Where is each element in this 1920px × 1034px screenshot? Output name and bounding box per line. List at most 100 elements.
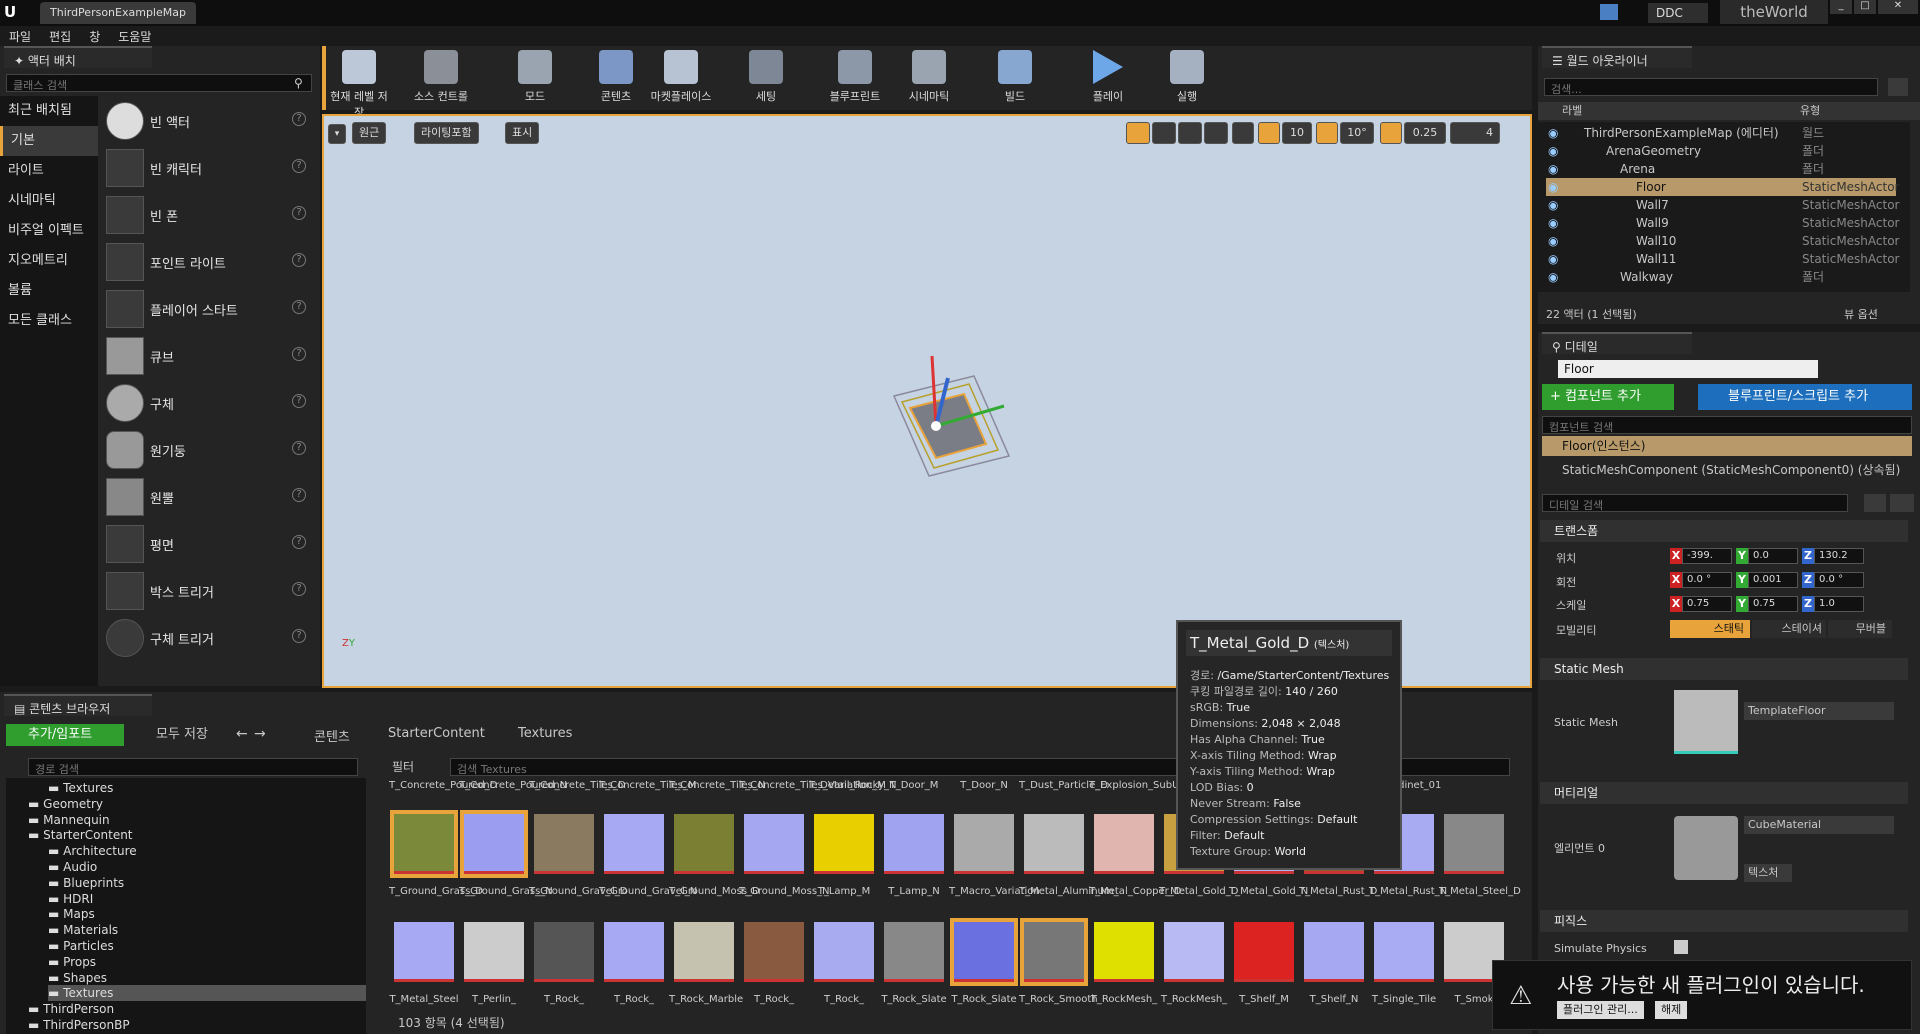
transform-section-header[interactable]: 트랜스폼 — [1540, 520, 1908, 542]
help-icon[interactable]: ? — [292, 582, 306, 596]
scale-x-field[interactable]: 0.75 — [1682, 596, 1732, 612]
visibility-eye-icon[interactable]: ◉ — [1548, 196, 1558, 214]
asset-label[interactable]: T_Metal_Rust_D — [1299, 886, 1377, 898]
world-space-icon[interactable] — [1204, 122, 1228, 144]
outliner-row[interactable]: ◉ Wall9 StaticMeshActor — [1546, 214, 1899, 232]
asset-thumbnail[interactable] — [814, 922, 874, 982]
place-item[interactable]: 빈 액터? — [100, 98, 314, 144]
asset-label[interactable]: T_Ground_Gravel_N — [599, 886, 697, 898]
asset-thumbnail[interactable] — [604, 922, 664, 982]
folder-tree-item[interactable]: ▬ Textures — [48, 985, 366, 1002]
outliner-row[interactable]: ◉ Walkway 폴더 — [1546, 268, 1896, 286]
asset-thumbnail[interactable] — [1024, 814, 1084, 874]
category-recent[interactable]: 최근 배치됨 — [0, 96, 98, 126]
close-button[interactable]: ✕ — [1878, 0, 1918, 14]
place-item[interactable]: 빈 캐릭터? — [100, 145, 314, 191]
asset-thumbnail[interactable] — [954, 814, 1014, 874]
folder-tree-item[interactable]: ▬ Architecture — [48, 843, 137, 859]
asset-label[interactable]: T_Explosion_SubUV — [1089, 780, 1186, 792]
breadcrumb-textures[interactable]: Textures — [518, 726, 572, 741]
mobility-static-button[interactable]: 스태틱 — [1670, 620, 1750, 638]
asset-label[interactable]: T_Shelf_N — [1299, 994, 1369, 1006]
asset-thumbnail[interactable] — [674, 814, 734, 874]
asset-thumbnail[interactable] — [464, 922, 524, 982]
folder-tree-item[interactable]: ▬ Textures — [48, 780, 113, 796]
save-all-button[interactable]: 모두 저장 — [134, 724, 224, 746]
outliner-row[interactable]: ◉ Floor StaticMeshActor — [1546, 178, 1899, 196]
asset-label[interactable]: T_Rock_Slate — [949, 994, 1019, 1006]
asset-label[interactable]: T_Detail_Rocky_N — [809, 780, 897, 792]
asset-label[interactable]: T_Rock_ — [739, 994, 809, 1006]
outliner-row[interactable]: ◉ Wall11 StaticMeshActor — [1546, 250, 1899, 268]
outliner-tab[interactable]: ☰ 월드 아웃라이너 — [1542, 46, 1692, 68]
maximize-button[interactable]: □ — [1854, 0, 1876, 14]
help-icon[interactable]: ? — [292, 629, 306, 643]
asset-thumbnail[interactable] — [604, 814, 664, 874]
asset-label[interactable]: T_Concrete_Tiles_D — [529, 780, 626, 792]
modes-button[interactable]: 모드 — [504, 48, 566, 108]
visibility-eye-icon[interactable]: ◉ — [1548, 124, 1558, 142]
content-browser-tab[interactable]: ▤ 콘텐츠 브라우저 — [4, 694, 152, 716]
asset-thumbnail[interactable] — [1094, 814, 1154, 874]
lit-button[interactable]: 라이팅포함 — [414, 122, 479, 144]
component-instance-row[interactable]: Floor(인스턴스) — [1542, 436, 1912, 456]
grid-size-value[interactable]: 10 — [1282, 122, 1312, 144]
breadcrumb-root[interactable]: 콘텐츠 — [314, 726, 350, 745]
details-tab[interactable]: ⚲ 디테일 — [1542, 332, 1692, 354]
asset-thumbnail[interactable] — [394, 922, 454, 982]
static-mesh-thumbnail[interactable] — [1674, 690, 1738, 754]
location-label[interactable]: 위치 — [1556, 550, 1576, 566]
loc-y-field[interactable]: 0.0 — [1748, 548, 1798, 564]
minimize-button[interactable]: _ — [1830, 0, 1852, 14]
textures-dropdown[interactable]: 텍스처 — [1744, 864, 1792, 882]
outliner-row[interactable]: ◉ ArenaGeometry 폴더 — [1546, 142, 1896, 160]
asset-label[interactable]: T_Concrete_Poured_N — [459, 780, 567, 792]
surface-snap-icon[interactable] — [1232, 122, 1254, 144]
asset-label[interactable]: T_RockMesh_ — [1089, 994, 1159, 1006]
mobility-movable-button[interactable]: 무버블 — [1828, 620, 1892, 638]
details-search-input[interactable]: 디테일 검색 — [1542, 494, 1848, 512]
help-icon[interactable]: ? — [292, 159, 306, 173]
asset-thumbnail[interactable] — [814, 814, 874, 874]
place-item[interactable]: 빈 폰? — [100, 192, 314, 238]
scale-tool-icon[interactable] — [1178, 122, 1202, 144]
help-icon[interactable]: ? — [292, 394, 306, 408]
folder-tree-item[interactable]: ▬ Materials — [48, 922, 118, 938]
help-icon[interactable]: ? — [292, 112, 306, 126]
loc-x-field[interactable]: -399. — [1682, 548, 1732, 564]
camera-speed-value[interactable]: 4 — [1450, 122, 1500, 144]
translate-tool-icon[interactable] — [1126, 122, 1150, 144]
asset-thumbnail[interactable] — [534, 922, 594, 982]
category-basic[interactable]: 기본 — [0, 126, 98, 156]
content-button[interactable]: 콘텐츠 — [585, 48, 647, 108]
asset-thumbnail[interactable] — [950, 918, 1018, 986]
manage-plugins-button[interactable]: 플러그인 관리... — [1557, 1001, 1644, 1019]
category-cinematic[interactable]: 시네마틱 — [0, 186, 98, 216]
asset-label[interactable]: T_Concrete_Tiles_Variation_M — [739, 780, 886, 792]
visibility-eye-icon[interactable]: ◉ — [1548, 250, 1558, 268]
place-item[interactable]: 포인트 라이트? — [100, 239, 314, 285]
notification-flag-icon[interactable] — [1600, 4, 1618, 20]
asset-label[interactable]: T_Metal_Rust_N — [1369, 886, 1447, 898]
asset-label[interactable]: T_Metal_Gold_D — [1159, 886, 1238, 898]
asset-label[interactable]: T_Rock_ — [809, 994, 879, 1006]
scale-snap-value[interactable]: 0.25 — [1404, 122, 1446, 144]
breadcrumb-starter-content[interactable]: StarterContent — [388, 726, 485, 741]
visibility-eye-icon[interactable]: ◉ — [1548, 160, 1558, 178]
play-button[interactable]: 플레이 — [1077, 48, 1139, 108]
category-lights[interactable]: 라이트 — [0, 156, 98, 186]
place-item[interactable]: 평면? — [100, 521, 314, 567]
asset-thumbnail[interactable] — [1020, 918, 1088, 986]
back-icon[interactable]: ← — [236, 726, 248, 742]
rot-z-field[interactable]: 0.0 ° — [1814, 572, 1864, 588]
asset-label[interactable]: T_Door_N — [949, 780, 1019, 792]
perspective-button[interactable]: 원근 — [352, 122, 387, 144]
asset-label[interactable]: T_Ground_Grass_N — [459, 886, 553, 898]
asset-label[interactable]: T_RockMesh_ — [1159, 994, 1229, 1006]
show-button[interactable]: 표시 — [505, 122, 540, 144]
material-dropdown[interactable]: CubeMaterial — [1744, 816, 1894, 834]
static-mesh-dropdown[interactable]: TemplateFloor — [1744, 702, 1894, 720]
level-tab[interactable]: ThirdPersonExampleMap — [40, 2, 196, 24]
folder-tree-item[interactable]: ▬ HDRI — [48, 891, 93, 907]
visibility-eye-icon[interactable]: ◉ — [1548, 232, 1558, 250]
